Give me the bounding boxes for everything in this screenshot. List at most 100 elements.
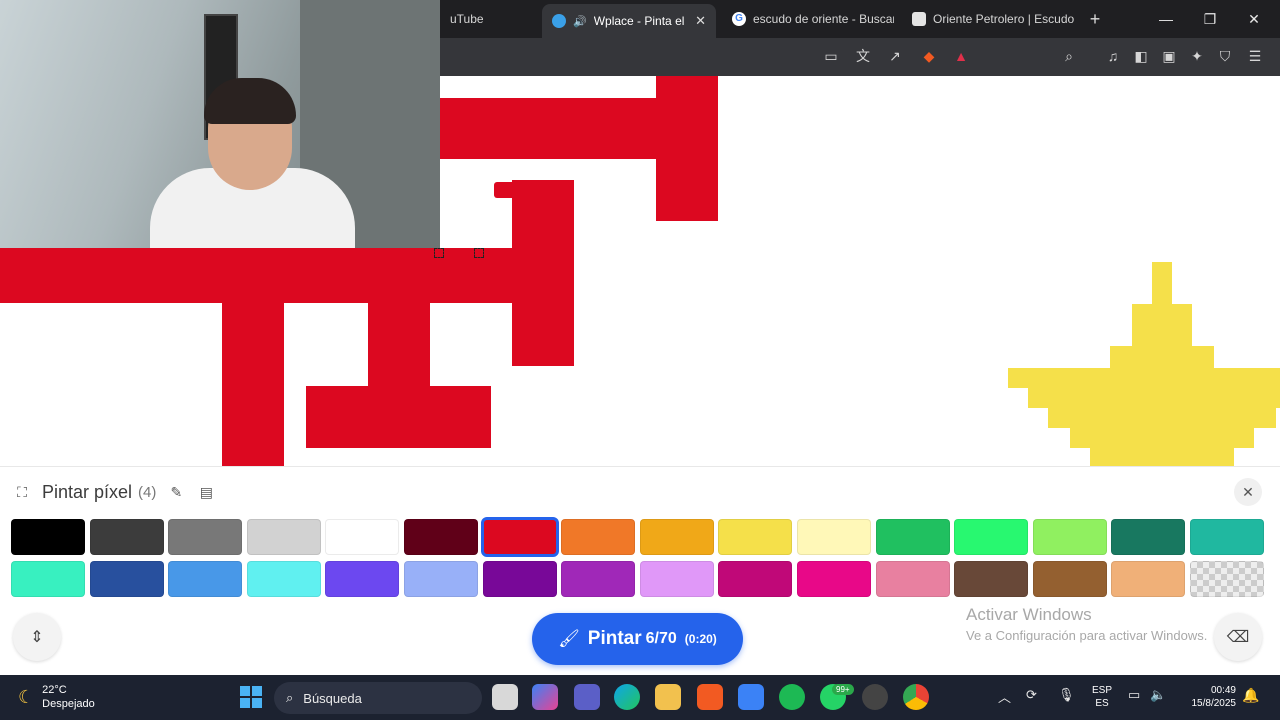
share-icon[interactable]: ↗ <box>884 45 906 67</box>
maximize-button[interactable]: ❐ <box>1188 0 1232 38</box>
vpn-icon[interactable]: ⛉ <box>1214 45 1236 67</box>
color-swatch[interactable] <box>1189 519 1264 555</box>
brave-shield-icon[interactable]: ◆ <box>918 45 940 67</box>
color-swatch[interactable] <box>561 561 636 597</box>
color-swatch[interactable] <box>561 519 636 555</box>
color-swatch[interactable] <box>403 561 478 597</box>
color-swatch[interactable] <box>11 561 85 597</box>
menu-icon[interactable]: ☰ <box>1244 45 1266 67</box>
microphone-icon[interactable]: 🎙 <box>1058 687 1075 703</box>
color-swatch[interactable] <box>875 519 950 555</box>
leo-ai-icon[interactable]: ✦ <box>1186 45 1208 67</box>
new-tab-button[interactable]: + <box>1084 8 1106 30</box>
weather-widget[interactable]: ☾ 22°C Despejado <box>18 683 95 711</box>
watermark-title: Activar Windows <box>966 605 1092 624</box>
copilot-icon[interactable] <box>532 684 558 710</box>
wallet-icon[interactable]: ▣ <box>1158 45 1180 67</box>
color-swatch[interactable] <box>1189 561 1264 597</box>
color-swatch[interactable] <box>1032 561 1107 597</box>
color-swatch[interactable] <box>246 561 321 597</box>
edge-icon[interactable] <box>614 684 640 710</box>
color-swatch[interactable] <box>482 561 557 597</box>
color-swatch[interactable] <box>796 519 871 555</box>
color-swatch[interactable] <box>718 519 793 555</box>
color-swatch[interactable] <box>1111 561 1186 597</box>
tab-flickr[interactable]: Oriente Petrolero | Escudo <box>902 6 1076 32</box>
chevron-up-down-icon: ⇕ <box>30 629 44 646</box>
task-view-icon[interactable] <box>492 684 518 710</box>
eraser-button[interactable]: ⌫ <box>1214 613 1262 661</box>
brave-rewards-icon[interactable]: ▲ <box>950 45 972 67</box>
sync-icon[interactable]: ⟳ <box>1026 687 1037 703</box>
paint-button[interactable]: 🖌 Pintar 6/70 (0:20) <box>532 613 743 665</box>
color-swatch[interactable] <box>480 517 559 557</box>
close-window-button[interactable]: ✕ <box>1232 0 1276 38</box>
teams-icon[interactable] <box>574 684 600 710</box>
color-swatch[interactable] <box>954 519 1029 555</box>
tab-label: Wplace - Pinta el m <box>593 14 685 28</box>
eyedropper-icon[interactable]: ✎ <box>166 482 186 502</box>
taskbar-search[interactable]: ⌕ Búsqueda <box>274 682 482 714</box>
yellow-pixel-block <box>1110 346 1214 368</box>
close-tab-icon[interactable]: ✕ <box>695 13 706 29</box>
chevron-up-icon[interactable]: ︿ <box>998 687 1011 706</box>
expand-icon[interactable]: ⛶ <box>12 482 32 502</box>
color-palette <box>11 517 1264 597</box>
color-swatch[interactable] <box>954 561 1029 597</box>
search-icon: ⌕ <box>286 690 294 705</box>
media-icon[interactable]: ♫ <box>1102 45 1124 67</box>
store-icon[interactable] <box>738 684 764 710</box>
color-swatch[interactable] <box>325 561 400 597</box>
tab-label: escudo de oriente - Buscar <box>753 12 894 26</box>
spotify-icon[interactable] <box>779 684 805 710</box>
globe-icon <box>552 14 566 28</box>
color-swatch[interactable] <box>168 561 243 597</box>
language-bottom: ES <box>1095 698 1109 709</box>
cast-icon[interactable]: ▭ <box>820 45 842 67</box>
volume-icon[interactable]: 🔈 <box>1150 687 1166 703</box>
expand-toggle-button[interactable]: ⇕ <box>13 613 61 661</box>
tab-search-icon[interactable]: ⌕ <box>1058 45 1080 67</box>
red-pixel-block <box>222 302 284 466</box>
color-swatch[interactable] <box>875 561 950 597</box>
speaker-icon[interactable]: 🔊 <box>573 15 587 28</box>
tab-google-search[interactable]: G escudo de oriente - Buscar <box>722 6 894 32</box>
flickr-icon <box>912 12 926 26</box>
panel-close-button[interactable]: ✕ <box>1234 478 1262 506</box>
color-swatch[interactable] <box>1032 519 1107 555</box>
template-icon[interactable]: ▤ <box>196 482 216 502</box>
red-pixel-block <box>0 248 574 303</box>
color-swatch[interactable] <box>639 561 714 597</box>
minimize-button[interactable]: — <box>1144 0 1188 38</box>
file-explorer-icon[interactable] <box>655 684 681 710</box>
brave-icon[interactable] <box>697 684 723 710</box>
windows-start-icon[interactable] <box>240 686 262 708</box>
color-swatch[interactable] <box>403 519 478 555</box>
color-swatch[interactable] <box>89 561 164 597</box>
pixel-selection-marker <box>474 248 484 258</box>
language-indicator[interactable]: ESP ES <box>1092 684 1112 710</box>
taskbar-clock[interactable]: 00:49 15/8/2025 <box>1180 684 1237 710</box>
network-icon[interactable]: ▭ <box>1128 687 1140 703</box>
clock-date: 15/8/2025 <box>1191 698 1237 709</box>
tab-wplace[interactable]: 🔊 Wplace - Pinta el m ✕ <box>542 4 716 38</box>
translate-icon[interactable]: 文 <box>852 45 874 67</box>
color-swatch[interactable] <box>1111 519 1186 555</box>
notification-bell-icon[interactable]: 🔔 <box>1242 687 1259 704</box>
color-swatch[interactable] <box>796 561 871 597</box>
color-swatch[interactable] <box>246 519 321 555</box>
color-swatch[interactable] <box>89 519 164 555</box>
color-swatch[interactable] <box>168 519 243 555</box>
tab-label: uTube <box>450 12 484 26</box>
color-swatch[interactable] <box>718 561 793 597</box>
color-swatch[interactable] <box>11 519 85 555</box>
color-swatch[interactable] <box>325 519 400 555</box>
panel-title: Pintar píxel <box>42 481 133 502</box>
red-pixel-block <box>656 76 718 221</box>
webcam-overlay <box>0 0 440 248</box>
sidebar-icon[interactable]: ◧ <box>1130 45 1152 67</box>
tab-youtube[interactable]: uTube <box>440 6 536 32</box>
chrome-icon[interactable] <box>903 684 929 710</box>
color-swatch[interactable] <box>639 519 714 555</box>
obs-icon[interactable] <box>862 684 888 710</box>
